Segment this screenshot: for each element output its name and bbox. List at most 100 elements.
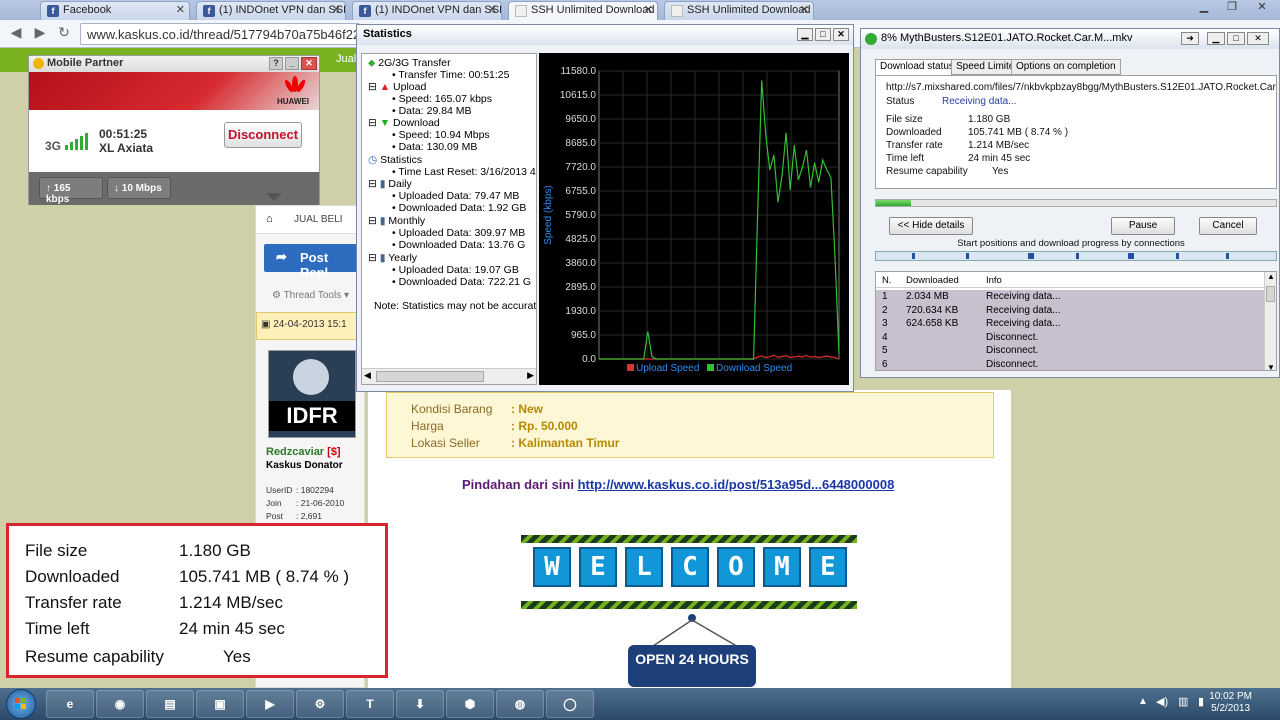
column-header[interactable]: N. xyxy=(882,275,892,286)
minimize-icon[interactable]: ▁ xyxy=(797,28,813,41)
back-icon[interactable]: ◀ xyxy=(6,24,26,44)
info-value: : New xyxy=(511,402,544,416)
download-titlebar: 8% MythBusters.S12E01.JATO.Rocket.Car.M.… xyxy=(861,29,1279,49)
upload-node[interactable]: ⊟ ▲ Upload xyxy=(368,81,426,93)
minimize-icon[interactable]: ▁ xyxy=(1190,0,1218,18)
scrollbar-thumb[interactable] xyxy=(1266,286,1275,302)
minimize-icon[interactable]: ▁ xyxy=(1207,32,1225,45)
scroll-down-icon[interactable]: ▼ xyxy=(1267,363,1275,370)
file-explorer-icon[interactable]: ▤ xyxy=(146,690,194,718)
help-icon[interactable]: ? xyxy=(269,57,283,70)
expand-chevron-icon[interactable] xyxy=(266,193,282,201)
y-tick-label: 6755.0 xyxy=(565,186,596,197)
time-left-label: Time left xyxy=(886,153,924,164)
cancel-button[interactable]: Cancel xyxy=(1199,217,1257,235)
connection-marker xyxy=(966,253,969,259)
scroll-up-icon[interactable]: ▲ xyxy=(1267,272,1275,281)
table-cell: Disconnect. xyxy=(986,358,1039,370)
mobile-partner-taskbar-icon[interactable]: ◯ xyxy=(546,690,594,718)
close-icon[interactable]: ✕ xyxy=(1248,0,1276,18)
tree-leaf: • Downloaded Data: 722.21 G xyxy=(392,276,532,288)
table-row[interactable]: 5 Disconnect. xyxy=(876,344,1266,358)
globe-app-icon[interactable]: ◍ xyxy=(496,690,544,718)
address-bar[interactable]: www.kaskus.co.id/thread/517794b70a75b46f… xyxy=(80,23,360,45)
legend-swatch xyxy=(707,364,714,371)
header-label[interactable]: Jual xyxy=(336,53,356,65)
network-tray-icon[interactable]: ▥ xyxy=(1178,695,1188,708)
post-reply-button[interactable]: ➦ Post Repl xyxy=(264,244,359,280)
vertical-scrollbar[interactable]: ▲ ▼ xyxy=(1264,272,1276,370)
username[interactable]: Redzcaviar [$] xyxy=(266,446,341,458)
maximize-icon[interactable]: □ xyxy=(815,28,831,41)
tray-expand-icon[interactable]: ▲ xyxy=(1138,696,1148,707)
close-icon[interactable]: ✕ xyxy=(301,57,317,70)
close-icon[interactable]: ✕ xyxy=(800,3,809,16)
volume-icon[interactable]: ◀) xyxy=(1156,695,1168,708)
chrome-icon[interactable]: ◉ xyxy=(96,690,144,718)
table-row[interactable]: 4 Disconnect. xyxy=(876,330,1266,344)
legend-label: Upload Speed xyxy=(636,363,699,374)
scroll-left-icon[interactable]: ◀ xyxy=(364,370,371,381)
tab-options-on-completion[interactable]: Options on completion xyxy=(1011,59,1121,75)
yearly-node[interactable]: ⊟ ▮ Yearly xyxy=(368,252,417,264)
download-node[interactable]: ⊟ ▼ Download xyxy=(368,117,440,129)
statistics-node[interactable]: ◷ Statistics xyxy=(368,154,422,166)
welcome-letter: E xyxy=(579,547,617,587)
reload-icon[interactable]: ↻ xyxy=(54,24,74,44)
connection-marker xyxy=(1128,253,1134,259)
tab-download-status[interactable]: Download status xyxy=(875,59,959,75)
tab-ssh-unlimited[interactable]: SSH Unlimited Download ✕ xyxy=(664,1,814,20)
avatar[interactable]: IDFR xyxy=(268,350,356,438)
system-clock[interactable]: 10:02 PM 5/2/2013 xyxy=(1209,691,1252,715)
maximize-icon[interactable]: ❐ xyxy=(1218,0,1246,18)
close-icon[interactable]: ✕ xyxy=(644,3,653,16)
close-icon[interactable]: ✕ xyxy=(176,3,185,16)
table-row[interactable]: 3 624.658 KB Receiving data... xyxy=(876,317,1266,331)
table-row[interactable]: 2 720.634 KB Receiving data... xyxy=(876,303,1266,317)
home-icon[interactable]: ⌂ xyxy=(266,213,273,225)
media-play-icon[interactable]: ▶ xyxy=(246,690,294,718)
network-app-icon[interactable]: ⬢ xyxy=(446,690,494,718)
close-icon[interactable]: ✕ xyxy=(488,3,497,16)
forward-icon[interactable]: ➜ xyxy=(1181,32,1199,45)
breadcrumb-jual-beli[interactable]: JUAL BELI xyxy=(294,214,343,225)
power-tray-icon[interactable]: ▮ xyxy=(1198,695,1204,708)
column-header[interactable]: Downloaded xyxy=(906,275,959,286)
close-icon[interactable]: ✕ xyxy=(332,3,341,16)
start-button[interactable] xyxy=(6,689,36,719)
page-icon xyxy=(515,5,527,17)
moved-from-link[interactable]: http://www.kaskus.co.id/post/513a95d...6… xyxy=(578,477,895,492)
internet-explorer-icon[interactable]: e xyxy=(46,690,94,718)
horizontal-scrollbar[interactable]: ◀ ▶ xyxy=(362,368,536,384)
info-value: : Kalimantan Timur xyxy=(511,436,620,450)
download-progress-fill xyxy=(876,200,911,206)
facebook-icon: f xyxy=(203,5,215,17)
tab-ssh-unlimited-active[interactable]: SSH Unlimited Download ✕ xyxy=(508,1,658,20)
settings-gear-icon[interactable]: ⚙ xyxy=(296,690,344,718)
tab-facebook[interactable]: f Facebook ✕ xyxy=(40,1,190,20)
terminal-app-icon[interactable]: T xyxy=(346,690,394,718)
hide-details-button[interactable]: << Hide details xyxy=(889,217,973,235)
daily-node[interactable]: ⊟ ▮ Daily xyxy=(368,178,412,190)
zoom-time-left-value: 24 min 45 sec xyxy=(179,619,285,638)
column-header[interactable]: Info xyxy=(986,275,1002,286)
minimize-icon[interactable]: _ xyxy=(285,57,299,70)
disconnect-button[interactable]: Disconnect xyxy=(224,122,302,148)
tab-indonet-1[interactable]: f (1) INDOnet VPN dan SSH ✕ xyxy=(196,1,346,20)
scrollbar-thumb[interactable] xyxy=(376,371,484,382)
media-player-icon[interactable]: ▣ xyxy=(196,690,244,718)
monthly-node[interactable]: ⊟ ▮ Monthly xyxy=(368,215,425,227)
close-icon[interactable]: ✕ xyxy=(1247,32,1269,45)
maximize-icon[interactable]: □ xyxy=(1227,32,1245,45)
thread-tools[interactable]: ⚙ Thread Tools ▾ xyxy=(272,290,349,301)
download-manager-icon[interactable]: ⬇ xyxy=(396,690,444,718)
table-row[interactable]: 1 2.034 MB Receiving data... xyxy=(876,290,1266,304)
table-row[interactable]: 6 Disconnect. xyxy=(876,357,1266,370)
tree-leaf: • Data: 130.09 MB xyxy=(392,141,478,153)
tab-indonet-2[interactable]: f (1) INDOnet VPN dan SSH ✕ xyxy=(352,1,502,20)
scroll-right-icon[interactable]: ▶ xyxy=(527,370,534,381)
forward-icon[interactable]: ▶ xyxy=(30,24,50,44)
close-icon[interactable]: ✕ xyxy=(833,28,849,41)
pause-button[interactable]: Pause xyxy=(1111,217,1175,235)
huawei-logo-icon xyxy=(281,76,309,96)
